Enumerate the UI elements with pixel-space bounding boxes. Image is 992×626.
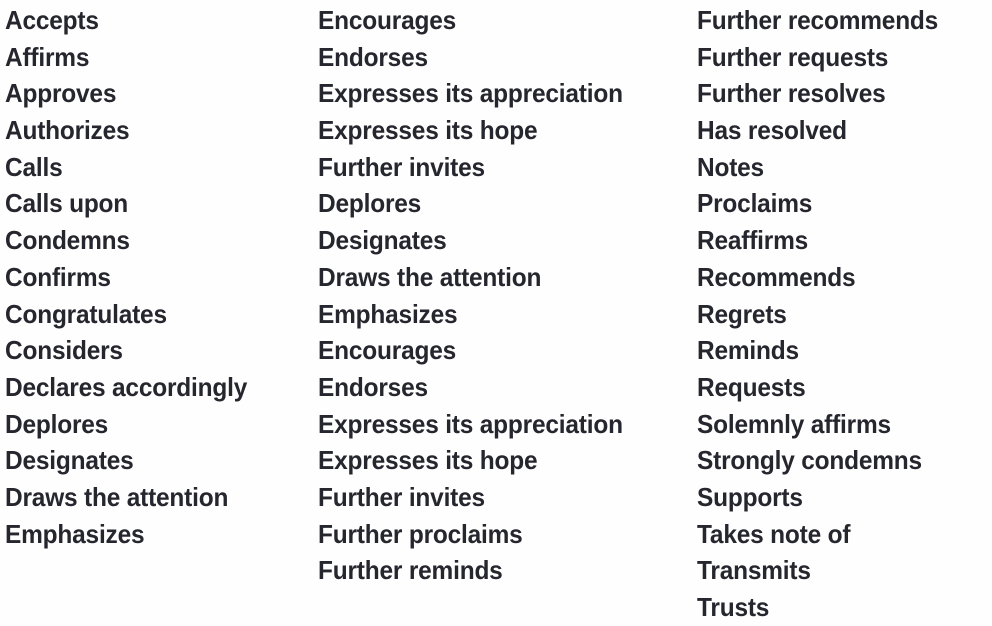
word-item: Draws the attention [5, 481, 229, 512]
word-item: Expresses its appreciation [318, 78, 623, 109]
word-item: Calls upon [5, 188, 129, 219]
word-item: Draws the attention [318, 261, 542, 292]
word-item: Authorizes [5, 115, 130, 146]
word-item: Further invites [318, 481, 485, 512]
word-item: Encourages [318, 5, 457, 35]
word-item: Expresses its hope [318, 445, 538, 476]
word-item: Accepts [5, 5, 99, 35]
word-item: Expresses its hope [318, 115, 538, 146]
word-item: Endorses [318, 371, 428, 402]
word-item: Takes note of [697, 518, 851, 549]
word-column-1: Accepts Affirms Approves Authorizes Call… [5, 2, 318, 552]
word-item: Congratulates [5, 298, 167, 329]
word-column-3: Further recommends Further requests Furt… [697, 2, 992, 626]
word-item: Proclaims [697, 188, 813, 219]
word-item: Declares accordingly [5, 371, 248, 402]
word-item: Deplores [5, 408, 109, 439]
word-item: Further reminds [318, 555, 503, 586]
word-item: Further recommends [697, 5, 939, 35]
word-item: Strongly condemns [697, 445, 922, 476]
word-columns-container: Accepts Affirms Approves Authorizes Call… [0, 0, 992, 626]
word-item: Further resolves [697, 78, 886, 109]
word-column-2: Encourages Endorses Expresses its apprec… [318, 2, 697, 589]
word-item: Approves [5, 78, 117, 109]
word-item: Further proclaims [318, 518, 523, 549]
word-item: Designates [5, 445, 134, 476]
word-item: Reminds [697, 335, 799, 366]
word-item: Deplores [318, 188, 422, 219]
word-item: Solemnly affirms [697, 408, 891, 439]
word-item: Further requests [697, 41, 889, 72]
word-item: Confirms [5, 261, 111, 292]
word-item: Expresses its appreciation [318, 408, 623, 439]
word-item: Reaffirms [697, 225, 809, 256]
word-item: Designates [318, 225, 447, 256]
word-item: Trusts [697, 592, 770, 622]
word-item: Considers [5, 335, 123, 366]
word-item: Endorses [318, 41, 428, 72]
word-item: Condemns [5, 225, 130, 256]
word-item: Has resolved [697, 115, 847, 146]
word-item: Encourages [318, 335, 457, 366]
word-item: Supports [697, 481, 803, 512]
word-list-page: Accepts Affirms Approves Authorizes Call… [0, 0, 992, 622]
word-item: Emphasizes [5, 518, 145, 549]
word-item: Further invites [318, 151, 485, 182]
word-item: Requests [697, 371, 806, 402]
word-item: Affirms [5, 41, 90, 72]
word-item: Transmits [697, 555, 811, 586]
word-item: Calls [5, 151, 63, 182]
word-item: Regrets [697, 298, 787, 329]
word-item: Recommends [697, 261, 856, 292]
word-item: Notes [697, 151, 764, 182]
word-item: Emphasizes [318, 298, 458, 329]
